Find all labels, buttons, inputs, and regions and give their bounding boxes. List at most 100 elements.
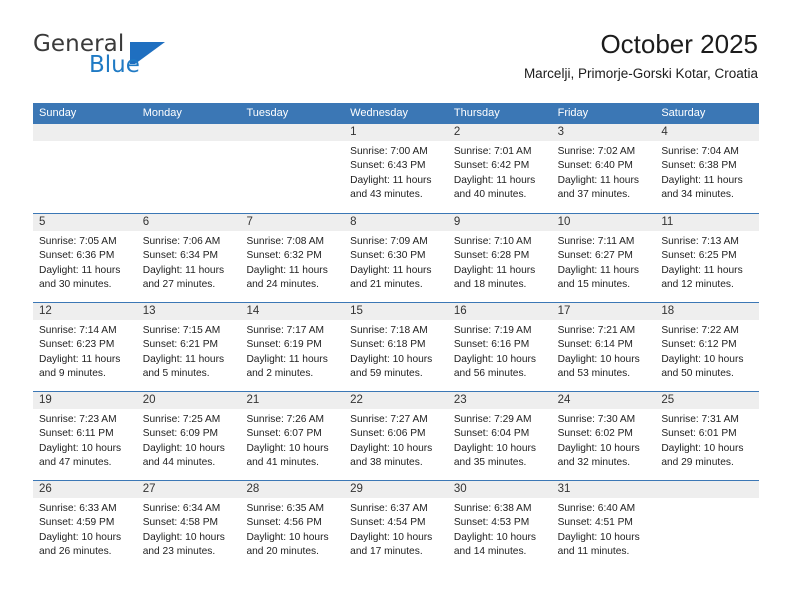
daylight-text: Daylight: 11 hours and 12 minutes. — [661, 264, 743, 291]
day-details: Sunrise: 6:33 AM Sunset: 4:59 PM Daylight:… — [33, 498, 137, 560]
calendar-day-cell[interactable]: 1 Sunrise: 7:00 AM Sunset: 6:43 PM Daylight… — [344, 124, 448, 213]
calendar-day-cell[interactable]: 25 Sunrise: 7:31 AM Sunset: 6:01 PM Dayligh… — [655, 392, 760, 480]
title-block: October 2025 Marcelji, Primorje-Gorski K… — [524, 28, 758, 82]
calendar-day-cell[interactable]: 13 Sunrise: 7:15 AM Sunset: 6:21 PM Dayligh… — [136, 303, 241, 391]
day-details: Sunrise: 7:14 AM Sunset: 6:23 PM Daylight:… — [33, 320, 137, 382]
calendar-weeks: 1 Sunrise: 7:00 AM Sunset: 6:43 PM Daylight… — [33, 124, 760, 569]
calendar-day-cell[interactable]: 10 Sunrise: 7:11 AM Sunset: 6:27 PM Dayligh… — [551, 214, 656, 302]
sunset-text: Sunset: 6:30 PM — [350, 250, 426, 262]
calendar-day-cell[interactable]: 14 Sunrise: 7:17 AM Sunset: 6:19 PM Dayligh… — [240, 303, 345, 391]
weekday-header-friday: Friday — [557, 107, 589, 119]
sunrise-text: Sunrise: 7:04 AM — [661, 146, 739, 157]
sunrise-text: Sunrise: 7:26 AM — [246, 414, 325, 425]
daylight-text: Daylight: 10 hours and 50 minutes. — [661, 353, 744, 380]
sunset-text: Sunset: 6:32 PM — [246, 250, 322, 262]
calendar-day-cell[interactable]: 26 Sunrise: 6:33 AM Sunset: 4:59 PM Dayligh… — [33, 481, 137, 569]
daylight-text: Daylight: 11 hours and 9 minutes. — [39, 353, 121, 380]
day-number: 3 — [551, 124, 656, 141]
daylight-text: Daylight: 11 hours and 21 minutes. — [350, 264, 432, 291]
day-details: Sunrise: 7:17 AM Sunset: 6:19 PM Daylight:… — [240, 320, 344, 382]
day-number: 5 — [33, 214, 137, 231]
day-details: Sunrise: 7:05 AM Sunset: 6:36 PM Daylight:… — [33, 231, 137, 293]
calendar-week-row: 12 Sunrise: 7:14 AM Sunset: 6:23 PM Dayligh… — [33, 302, 760, 391]
calendar-day-cell[interactable]: 19 Sunrise: 7:23 AM Sunset: 6:11 PM Dayligh… — [33, 392, 137, 480]
calendar-day-cell[interactable]: 9 Sunrise: 7:10 AM Sunset: 6:28 PM Daylight… — [447, 214, 552, 302]
daylight-text: Daylight: 11 hours and 37 minutes. — [557, 174, 639, 201]
sunrise-text: Sunrise: 7:08 AM — [246, 236, 325, 247]
calendar-day-cell[interactable]: 8 Sunrise: 7:09 AM Sunset: 6:30 PM Daylight… — [344, 214, 448, 302]
sunrise-text: Sunrise: 7:14 AM — [39, 325, 117, 336]
day-number: 16 — [447, 303, 552, 320]
calendar-day-cell[interactable]: 15 Sunrise: 7:18 AM Sunset: 6:18 PM Dayligh… — [344, 303, 448, 391]
day-number — [655, 481, 760, 498]
sunset-text: Sunset: 6:34 PM — [142, 250, 219, 262]
calendar-day-cell[interactable]: 24 Sunrise: 7:30 AM Sunset: 6:02 PM Dayligh… — [551, 392, 656, 480]
daylight-text: Daylight: 11 hours and 18 minutes. — [453, 264, 536, 291]
day-number: 25 — [655, 392, 760, 409]
day-number: 4 — [655, 124, 760, 141]
page-subtitle: Marcelji, Primorje-Gorski Kotar, Croatia — [523, 66, 758, 81]
sunrise-text: Sunrise: 7:21 AM — [557, 325, 636, 336]
day-details: Sunrise: 7:23 AM Sunset: 6:11 PM Daylight:… — [33, 409, 137, 471]
daylight-text: Daylight: 11 hours and 2 minutes. — [246, 353, 328, 380]
day-number: 19 — [33, 392, 137, 409]
calendar-day-cell-empty — [136, 124, 241, 213]
sunrise-text: Sunrise: 7:02 AM — [557, 146, 636, 157]
daylight-text: Daylight: 10 hours and 59 minutes. — [350, 353, 433, 380]
calendar-week-row: 1 Sunrise: 7:00 AM Sunset: 6:43 PM Daylight… — [33, 124, 760, 213]
calendar-day-cell[interactable]: 11 Sunrise: 7:13 AM Sunset: 6:25 PM Dayligh… — [655, 214, 760, 302]
calendar-day-cell[interactable]: 12 Sunrise: 7:14 AM Sunset: 6:23 PM Dayligh… — [33, 303, 137, 391]
day-number: 30 — [447, 481, 552, 498]
calendar-day-cell[interactable]: 5 Sunrise: 7:05 AM Sunset: 6:36 PM Daylight… — [33, 214, 137, 302]
daylight-text: Daylight: 10 hours and 41 minutes. — [246, 442, 329, 469]
sunset-text: Sunset: 4:56 PM — [246, 517, 322, 529]
day-details: Sunrise: 7:27 AM Sunset: 6:06 PM Daylight:… — [344, 409, 448, 471]
weekday-header-sunday: Sunday — [39, 107, 77, 119]
calendar-day-cell[interactable]: 22 Sunrise: 7:27 AM Sunset: 6:06 PM Dayligh… — [344, 392, 448, 480]
sunset-text: Sunset: 6:04 PM — [453, 428, 530, 440]
calendar-day-cell[interactable]: 30 Sunrise: 6:38 AM Sunset: 4:53 PM Dayligh… — [447, 481, 552, 569]
day-number: 24 — [551, 392, 656, 409]
day-number: 13 — [136, 303, 241, 320]
daylight-text: Daylight: 10 hours and 11 minutes. — [557, 531, 640, 558]
daylight-text: Daylight: 11 hours and 27 minutes. — [142, 264, 225, 291]
day-number: 23 — [447, 392, 552, 409]
day-details: Sunrise: 7:29 AM Sunset: 6:04 PM Daylight:… — [448, 409, 552, 471]
day-number: 10 — [551, 214, 656, 231]
calendar-day-cell[interactable]: 17 Sunrise: 7:21 AM Sunset: 6:14 PM Dayligh… — [551, 303, 656, 391]
day-details: Sunrise: 7:01 AM Sunset: 6:42 PM Daylight:… — [448, 141, 552, 203]
calendar-day-cell[interactable]: 3 Sunrise: 7:02 AM Sunset: 6:40 PM Daylight… — [551, 124, 656, 213]
day-details: Sunrise: 6:35 AM Sunset: 4:56 PM Daylight:… — [240, 498, 344, 560]
calendar-day-cell[interactable]: 27 Sunrise: 6:34 AM Sunset: 4:58 PM Dayligh… — [136, 481, 241, 569]
calendar-day-cell[interactable]: 7 Sunrise: 7:08 AM Sunset: 6:32 PM Daylight… — [240, 214, 345, 302]
day-number: 12 — [33, 303, 137, 320]
sunrise-text: Sunrise: 6:37 AM — [350, 503, 428, 514]
calendar-day-cell[interactable]: 28 Sunrise: 6:35 AM Sunset: 4:56 PM Dayligh… — [240, 481, 345, 569]
calendar-day-cell[interactable]: 31 Sunrise: 6:40 AM Sunset: 4:51 PM Dayligh… — [551, 481, 656, 569]
day-number: 8 — [344, 214, 448, 231]
sunrise-text: Sunrise: 7:17 AM — [246, 325, 325, 336]
calendar-week-row: 19 Sunrise: 7:23 AM Sunset: 6:11 PM Dayligh… — [33, 391, 760, 480]
day-details: Sunrise: 7:18 AM Sunset: 6:18 PM Daylight:… — [344, 320, 448, 382]
calendar-day-cell[interactable]: 21 Sunrise: 7:26 AM Sunset: 6:07 PM Dayligh… — [240, 392, 345, 480]
day-number: 17 — [551, 303, 656, 320]
calendar-day-cell[interactable]: 18 Sunrise: 7:22 AM Sunset: 6:12 PM Dayligh… — [655, 303, 760, 391]
calendar-day-cell[interactable]: 2 Sunrise: 7:01 AM Sunset: 6:42 PM Daylight… — [447, 124, 552, 213]
brand-logo: General Blue — [33, 28, 253, 88]
day-number: 1 — [344, 124, 448, 141]
calendar-day-cell[interactable]: 4 Sunrise: 7:04 AM Sunset: 6:38 PM Daylight… — [655, 124, 760, 213]
calendar-day-cell[interactable]: 20 Sunrise: 7:25 AM Sunset: 6:09 PM Dayligh… — [136, 392, 241, 480]
calendar-day-cell[interactable]: 16 Sunrise: 7:19 AM Sunset: 6:16 PM Dayligh… — [447, 303, 552, 391]
calendar-day-cell[interactable]: 6 Sunrise: 7:06 AM Sunset: 6:34 PM Daylight… — [136, 214, 241, 302]
calendar-day-cell[interactable]: 23 Sunrise: 7:29 AM Sunset: 6:04 PM Dayligh… — [447, 392, 552, 480]
day-number: 14 — [240, 303, 345, 320]
calendar-day-cell[interactable]: 29 Sunrise: 6:37 AM Sunset: 4:54 PM Dayligh… — [344, 481, 448, 569]
sunset-text: Sunset: 6:09 PM — [142, 428, 219, 440]
sunset-text: Sunset: 6:23 PM — [39, 339, 115, 351]
day-number: 28 — [240, 481, 345, 498]
sunrise-text: Sunrise: 7:13 AM — [661, 236, 739, 247]
sunset-text: Sunset: 6:28 PM — [453, 250, 530, 262]
day-details: Sunrise: 7:22 AM Sunset: 6:12 PM Daylight:… — [655, 320, 759, 382]
day-details: Sunrise: 6:37 AM Sunset: 4:54 PM Daylight:… — [344, 498, 448, 560]
sunrise-text: Sunrise: 7:31 AM — [661, 414, 739, 425]
